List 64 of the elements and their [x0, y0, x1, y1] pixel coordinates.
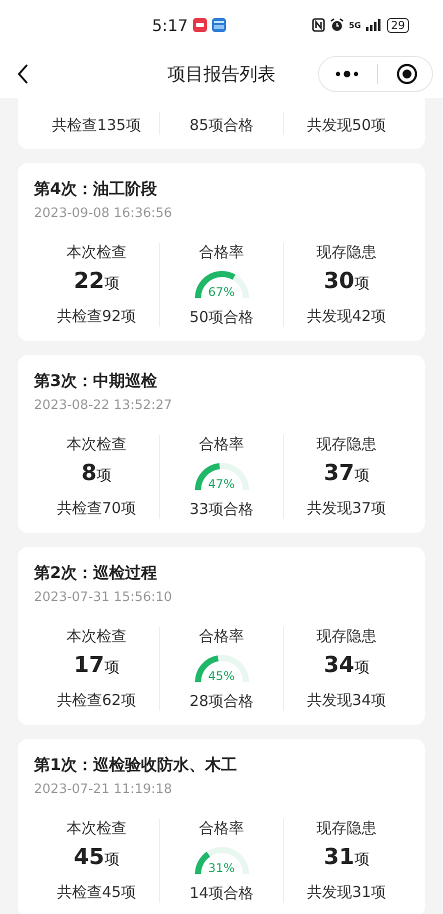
more-icon[interactable]	[335, 70, 359, 78]
stat-label: 本次检查	[66, 627, 126, 646]
stat-label: 现存隐患	[316, 243, 376, 262]
nfc-icon	[312, 18, 325, 32]
passed-count: 28项合格	[189, 692, 254, 711]
pass-rate: 47%	[207, 477, 236, 491]
stat-label: 现存隐患	[316, 819, 376, 838]
hazard-count: 37项	[324, 460, 370, 488]
hazard-count: 30项	[324, 268, 370, 296]
close-icon[interactable]	[396, 63, 418, 85]
total-found: 共发现34项	[306, 691, 386, 710]
report-card[interactable]: 第1次：巡检验收防水、木工 2023-07-21 11:19:18 本次检查 45项 共检查45项 合格率 31% 14项合格 现存隐患 31项 共发现31项	[18, 739, 425, 914]
alarm-icon	[330, 18, 344, 32]
check-count: 17项	[74, 652, 120, 680]
report-date: 2023-09-08 16:36:56	[34, 206, 174, 221]
stat-label: 现存隐患	[316, 435, 376, 454]
report-card[interactable]: 第2次：巡检过程 2023-07-31 15:56:10 本次检查 17项 共检查62项 合格率 45% 28项合格 现存隐患 34项 共发现34项	[18, 547, 425, 725]
total-found: 共发现50项	[306, 116, 386, 135]
back-icon[interactable]	[16, 63, 30, 85]
passed-count: 14项合格	[189, 884, 254, 903]
stat-label: 现存隐患	[316, 627, 376, 646]
report-title: 第3次：中期巡检	[34, 371, 158, 392]
total-checked: 共检查70项	[56, 499, 136, 518]
stat-label: 本次检查	[66, 435, 126, 454]
total-checked: 共检查45项	[56, 883, 136, 902]
report-date: 2023-07-31 15:56:10	[34, 590, 174, 605]
status-time: 5:17	[152, 16, 188, 34]
stat-label: 合格率	[199, 243, 244, 262]
pass-rate: 67%	[207, 285, 236, 299]
battery-level: 29	[387, 18, 409, 32]
hazard-count: 34项	[324, 652, 370, 680]
check-count: 45项	[74, 844, 120, 872]
total-checked: 共检查62项	[56, 691, 136, 710]
signal-icon	[366, 19, 382, 31]
passed-count: 50项合格	[189, 308, 254, 327]
app-notification-icon	[192, 18, 207, 32]
stat-label: 合格率	[199, 435, 244, 454]
pass-rate: 45%	[207, 669, 236, 683]
check-count: 8项	[81, 460, 112, 488]
total-checked: 共检查135项	[52, 116, 141, 135]
passed-count: 33项合格	[189, 500, 254, 519]
total-found: 共发现37项	[306, 499, 386, 518]
report-title: 第1次：巡检验收防水、木工	[34, 755, 238, 776]
stat-label: 本次检查	[66, 819, 126, 838]
hazard-count: 31项	[324, 844, 370, 872]
total-found: 共发现31项	[306, 883, 386, 902]
total-checked: 共检查92项	[56, 307, 136, 326]
pass-rate: 31%	[207, 861, 236, 875]
report-card[interactable]: 共检查135项 85项合格 共发现50项	[18, 98, 425, 149]
report-date: 2023-07-21 11:19:18	[34, 782, 174, 797]
stat-label: 合格率	[199, 627, 244, 646]
check-count: 22项	[74, 268, 120, 296]
report-card[interactable]: 第4次：油工阶段 2023-09-08 16:36:56 本次检查 22项 共检查92项 合格率 67% 50项合格 现存隐患 30项 共发现42项	[18, 163, 425, 341]
report-title: 第4次：油工阶段	[34, 179, 158, 200]
report-date: 2023-08-22 13:52:27	[34, 398, 174, 413]
network-type: 5G	[348, 20, 361, 30]
report-card[interactable]: 第3次：中期巡检 2023-08-22 13:52:27 本次检查 8项 共检查70项 合格率 47% 33项合格 现存隐患 37项 共发现37项	[18, 355, 425, 533]
page-title: 项目报告列表	[168, 63, 276, 86]
stat-label: 合格率	[199, 819, 244, 838]
total-found: 共发现42项	[306, 307, 386, 326]
stat-label: 本次检查	[66, 243, 126, 262]
report-title: 第2次：巡检过程	[34, 563, 158, 584]
passed-count: 85项合格	[189, 116, 254, 135]
app-notification-icon	[212, 18, 226, 32]
